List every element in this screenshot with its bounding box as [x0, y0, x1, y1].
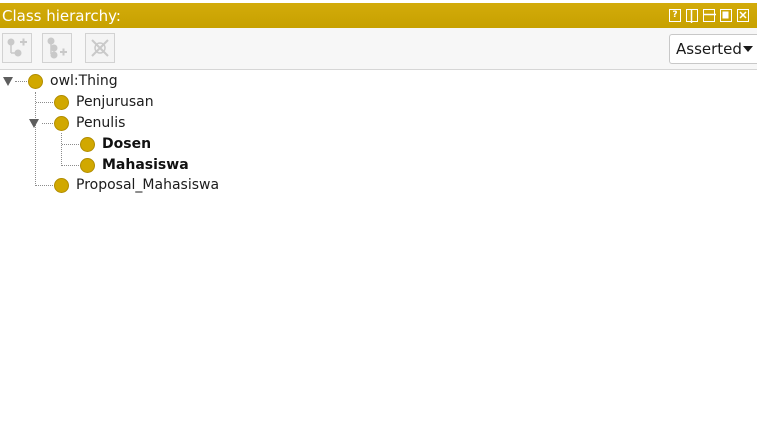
split-horizontal-button[interactable]	[703, 9, 716, 22]
class-hierarchy-panel: Class hierarchy: ? Asserted owl:Thing Pe…	[0, 0, 757, 440]
class-bullet-icon	[80, 137, 95, 152]
tree-connector	[35, 92, 36, 186]
tree-node-label: Dosen	[102, 136, 152, 152]
tree-node-label: Penulis	[76, 115, 126, 131]
tree-node-label: owl:Thing	[50, 73, 118, 89]
class-bullet-icon	[54, 95, 69, 110]
tree-connector	[42, 123, 53, 124]
help-button[interactable]: ?	[669, 9, 681, 22]
view-mode-value: Asserted	[676, 40, 742, 58]
expand-toggle-penulis[interactable]	[29, 119, 39, 128]
help-icon: ?	[672, 10, 678, 20]
add-subclass-button[interactable]	[2, 33, 32, 63]
class-bullet-icon	[54, 178, 69, 193]
tree-connector	[15, 81, 27, 82]
add-sibling-class-icon	[47, 37, 67, 59]
expand-toggle-owl-thing[interactable]	[3, 77, 13, 86]
tree-connector	[62, 165, 79, 166]
split-horizontal-icon	[704, 13, 716, 16]
class-tree: owl:Thing Penjurusan Penulis Dosen Mahas…	[0, 70, 757, 440]
add-sibling-class-button[interactable]	[42, 33, 72, 63]
tree-connector	[61, 133, 62, 166]
panel-title: Class hierarchy:	[2, 7, 121, 25]
split-vertical-icon	[690, 10, 693, 23]
chevron-down-icon	[743, 46, 753, 52]
panel-title-bar: Class hierarchy: ?	[0, 0, 757, 28]
maximize-button[interactable]	[720, 9, 732, 22]
close-icon	[739, 11, 747, 19]
close-button[interactable]	[737, 9, 749, 22]
class-bullet-icon	[28, 74, 43, 89]
delete-class-icon	[91, 39, 109, 57]
tree-connector	[36, 102, 53, 103]
tree-node-label: Proposal_Mahasiswa	[76, 177, 220, 193]
view-mode-select[interactable]: Asserted	[669, 34, 757, 64]
tree-connector	[36, 185, 53, 186]
tree-node-label: Mahasiswa	[102, 157, 189, 173]
tree-connector	[62, 144, 79, 145]
class-bullet-icon	[54, 116, 69, 131]
tree-node-label: Penjurusan	[76, 94, 154, 110]
hierarchy-toolbar: Asserted	[0, 28, 757, 70]
add-subclass-icon	[7, 38, 27, 57]
split-vertical-button[interactable]	[686, 9, 698, 23]
maximize-icon	[722, 11, 729, 19]
delete-class-button[interactable]	[85, 33, 115, 63]
class-bullet-icon	[80, 158, 95, 173]
